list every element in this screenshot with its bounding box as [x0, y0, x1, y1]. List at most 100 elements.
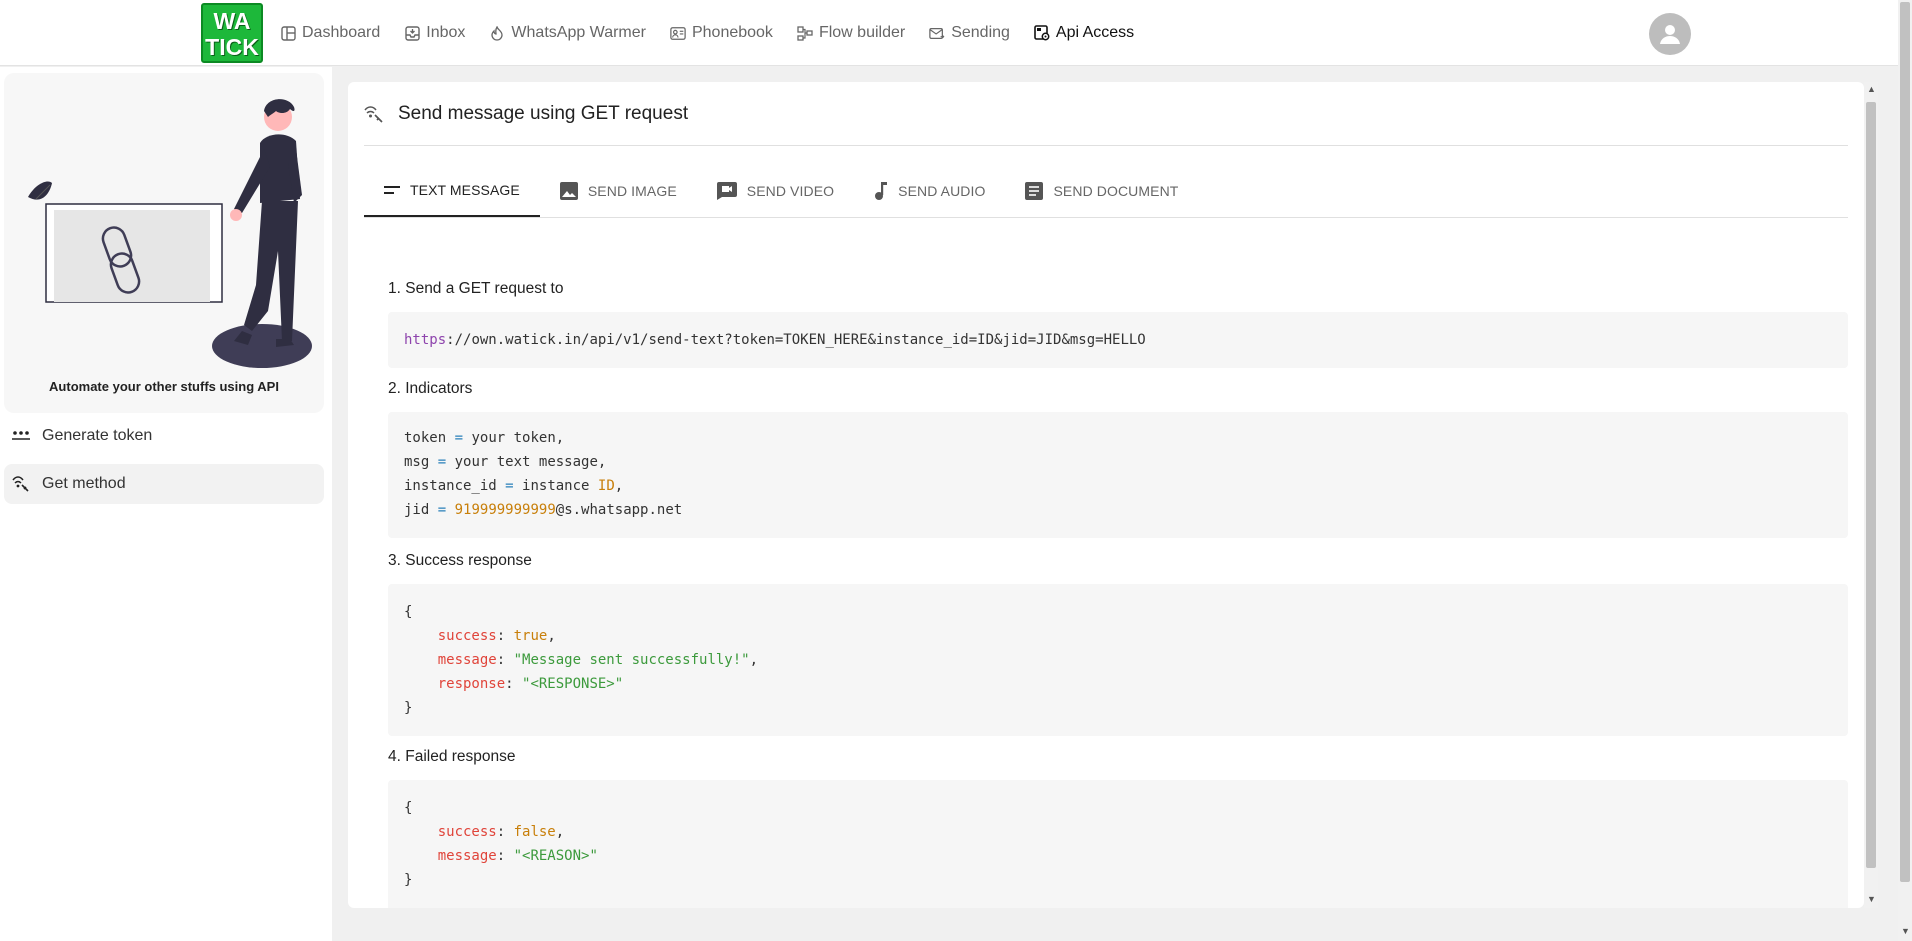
nav-dashboard-label: Dashboard [302, 24, 381, 41]
nav-flow-builder[interactable]: Flow builder [797, 20, 905, 46]
tab-label: SEND DOCUMENT [1053, 183, 1179, 199]
code-token: ID [597, 478, 615, 494]
card-scrollbar[interactable]: ▲ ▼ [1864, 82, 1878, 908]
card-header: Send message using GET request [364, 82, 1848, 146]
sidebar-item-label: Get method [42, 475, 126, 492]
code-key: message [437, 652, 497, 668]
layout-icon [280, 25, 296, 41]
api-doc-card: Send message using GET request TEXT MESS… [348, 82, 1864, 908]
nav-sending-label: Sending [951, 24, 1010, 41]
code-token: jid [404, 502, 430, 518]
sidebar-item-label: Generate token [42, 427, 153, 444]
code-token: = [437, 454, 447, 470]
indicators-block: token = your token, msg = your text mess… [388, 412, 1848, 538]
page-scroll-thumb[interactable] [1900, 2, 1910, 882]
code-brace: { [404, 800, 413, 816]
document-icon [1025, 182, 1044, 200]
music-note-icon [874, 182, 888, 200]
tab-label: SEND AUDIO [898, 183, 986, 199]
tab-send-audio[interactable]: SEND AUDIO [854, 165, 1005, 217]
text-lines-icon [384, 185, 400, 195]
section-heading-success: 3. Success response [388, 552, 532, 569]
section-heading-failed: 4. Failed response [388, 748, 516, 765]
tab-send-video[interactable]: SEND VIDEO [697, 165, 854, 217]
scroll-down-arrow[interactable]: ▼ [1867, 894, 1876, 904]
logo-line-2: TICK [205, 34, 259, 60]
url-path: ://own.watick.in/api/v1/send-text?token=… [446, 332, 1146, 348]
nav-inbox-label: Inbox [426, 24, 466, 41]
nav-whatsapp-warmer-label: WhatsApp Warmer [511, 24, 646, 41]
code-value: "<REASON>" [513, 848, 598, 864]
sidebar-item-get-method[interactable]: Get method [4, 464, 324, 504]
user-icon [1660, 25, 1680, 44]
contacts-icon [670, 25, 686, 41]
url-scheme: https [404, 332, 447, 348]
code-key: message [437, 848, 497, 864]
image-icon [559, 182, 578, 200]
code-key: response [437, 676, 506, 692]
mail-send-icon [929, 25, 945, 41]
video-icon [716, 182, 737, 200]
nav-dashboard[interactable]: Dashboard [280, 20, 380, 46]
api-icon [1034, 25, 1050, 41]
nav-phonebook-label: Phonebook [691, 24, 773, 41]
user-avatar[interactable] [1649, 13, 1691, 55]
code-token: instance [522, 478, 590, 494]
request-url-block[interactable]: https://own.watick.in/api/v1/send-text?t… [388, 312, 1848, 368]
nav-api-access-label: Api Access [1055, 24, 1135, 41]
tab-label: SEND VIDEO [746, 183, 835, 199]
message-type-tabs: TEXT MESSAGE SEND IMAGE SEND VIDEO SEND … [364, 165, 1848, 218]
logo-line-1: WA [213, 8, 251, 34]
nav-whatsapp-warmer[interactable]: WhatsApp Warmer [489, 20, 646, 46]
code-value: "Message sent successfully!" [513, 652, 750, 668]
code-token: = [505, 478, 514, 494]
nav-inbox[interactable]: Inbox [404, 20, 465, 46]
page-title: Send message using GET request [398, 102, 689, 124]
code-brace: } [404, 700, 413, 716]
page-scrollbar[interactable]: ▼ [1898, 0, 1912, 941]
code-brace: { [404, 604, 413, 620]
get-method-icon [364, 105, 384, 123]
sidebar-item-generate-token[interactable]: Generate token [4, 416, 324, 456]
success-response-block: { success: true, message: "Message sent … [388, 584, 1848, 736]
code-token: your token, [471, 430, 565, 446]
nav-phonebook[interactable]: Phonebook [670, 20, 773, 46]
code-token: = [454, 430, 464, 446]
code-token: msg [404, 454, 430, 470]
nav-sending[interactable]: Sending [929, 20, 1010, 46]
code-key: success [437, 628, 497, 644]
code-token: @s.whatsapp.net [555, 502, 683, 518]
scroll-up-arrow[interactable]: ▲ [1867, 84, 1876, 94]
nav-api-access[interactable]: Api Access [1034, 20, 1134, 46]
page-scroll-down-arrow[interactable]: ▼ [1901, 926, 1910, 936]
code-token: , [614, 478, 624, 494]
main-nav: Dashboard Inbox WhatsApp Warmer Phoneboo… [280, 20, 1158, 46]
flow-icon [797, 25, 813, 41]
tab-label: TEXT MESSAGE [410, 182, 520, 198]
tab-send-document[interactable]: SEND DOCUMENT [1005, 165, 1198, 217]
code-token: instance_id [404, 478, 497, 494]
code-token: = [437, 502, 447, 518]
inbox-icon [404, 25, 420, 41]
api-caption: Automate your other stuffs using API [49, 379, 279, 394]
token-icon [12, 430, 34, 442]
tab-send-image[interactable]: SEND IMAGE [540, 165, 697, 217]
watick-logo[interactable]: WA TICK [201, 3, 263, 63]
tab-text-message[interactable]: TEXT MESSAGE [364, 165, 540, 217]
code-value: "<RESPONSE>" [522, 676, 624, 692]
code-token: your text message, [454, 454, 607, 470]
code-token: 919999999999 [454, 502, 556, 518]
nav-flow-builder-label: Flow builder [818, 24, 906, 41]
api-illustration [28, 99, 312, 368]
code-token: token [404, 430, 447, 446]
code-brace: } [404, 872, 413, 888]
flame-icon [489, 25, 505, 41]
top-navbar: WA TICK Dashboard Inbox WhatsApp Warmer [0, 0, 1898, 66]
section-heading-indicators: 2. Indicators [388, 380, 473, 397]
get-method-icon [12, 476, 34, 492]
failed-response-block: { success: false, message: "<REASON>" } [388, 780, 1848, 908]
code-value: false [513, 824, 556, 840]
tab-label: SEND IMAGE [587, 183, 677, 199]
api-illustration-card: Automate your other stuffs using API [4, 73, 324, 413]
card-scroll-thumb[interactable] [1866, 102, 1876, 868]
